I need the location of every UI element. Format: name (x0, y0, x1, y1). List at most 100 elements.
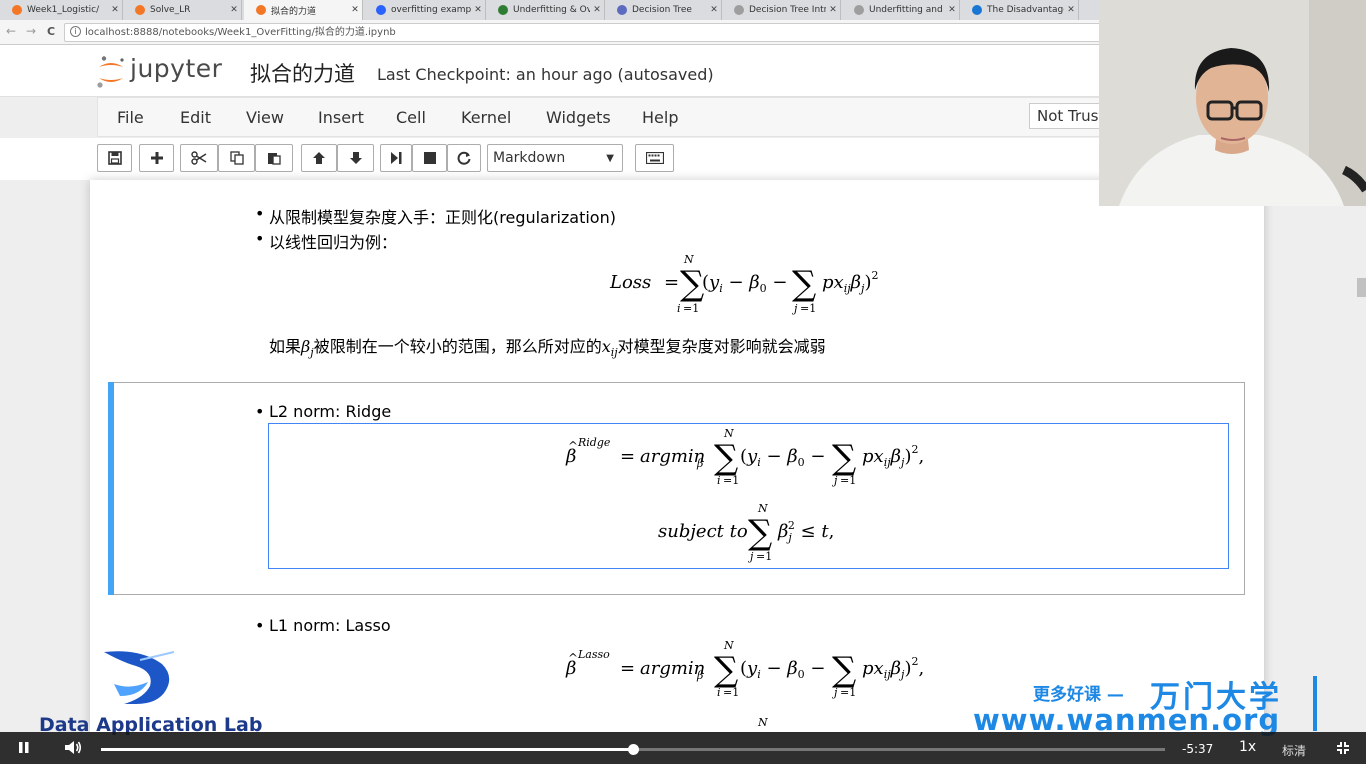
video-progress-handle[interactable] (628, 744, 639, 755)
step-forward-icon (391, 152, 402, 164)
browser-tab[interactable]: Solve_LR ✕ (123, 0, 242, 20)
browser-tab[interactable]: Underfitting & Ov ✕ (486, 0, 605, 20)
para-suffix: 对模型复杂度对影响就会减弱 (617, 337, 826, 356)
interrupt-kernel-button[interactable] (412, 144, 447, 172)
volume-icon (65, 741, 82, 754)
browser-tab[interactable]: Underfitting and C ✕ (842, 0, 960, 20)
menu-cell[interactable]: Cell (396, 108, 426, 127)
cut-button[interactable] (180, 144, 218, 172)
menu-view[interactable]: View (246, 108, 284, 127)
restart-icon (457, 151, 471, 165)
browser-tab[interactable]: overfitting exampl ✕ (364, 0, 486, 20)
menu-help[interactable]: Help (642, 108, 678, 127)
arrow-down-icon (349, 152, 362, 164)
copy-button[interactable] (218, 144, 255, 172)
data-application-lab-logo-icon (104, 651, 175, 704)
bullet-ridge: L2 norm: Ridge (255, 402, 391, 421)
paste-icon (268, 153, 281, 165)
svg-text:=1: =1 (723, 474, 739, 487)
reload-icon[interactable]: C (44, 25, 58, 38)
cell-type-select[interactable]: Markdown ▼ (487, 144, 623, 172)
command-palette-button[interactable] (635, 144, 674, 172)
browser-tab[interactable]: Decision Tree ✕ (605, 0, 722, 20)
svg-text:=1: =1 (756, 550, 772, 563)
bullet-linear-regression: 以线性回归为例： (255, 229, 397, 253)
page-scrollbar-thumb[interactable] (1357, 278, 1366, 297)
svg-text:N: N (757, 502, 768, 515)
tab-favicon-icon (734, 5, 744, 15)
volume-button[interactable] (62, 739, 84, 759)
insert-cell-button[interactable] (139, 144, 174, 172)
jupyter-logo-icon[interactable] (96, 55, 126, 89)
tab-title: overfitting exampl (391, 5, 471, 15)
save-button[interactable] (97, 144, 132, 172)
ridge-argmin: argmin (640, 446, 705, 467)
move-up-button[interactable] (301, 144, 337, 172)
close-icon[interactable]: ✕ (348, 5, 362, 15)
tab-title: Solve_LR (150, 5, 191, 15)
close-icon[interactable]: ✕ (108, 5, 122, 15)
info-icon[interactable]: i (70, 26, 81, 37)
video-time-remaining: -5:37 (1182, 742, 1214, 756)
close-icon[interactable]: ✕ (826, 5, 840, 15)
run-cell-button[interactable] (380, 144, 412, 172)
svg-text:∑: ∑ (680, 264, 704, 304)
svg-text:^: ^ (568, 439, 578, 453)
tab-title: The Disadvantage (987, 5, 1064, 15)
video-quality-button[interactable]: 标清 (1282, 742, 1306, 759)
presenter-video (1099, 0, 1366, 206)
copy-icon (229, 151, 244, 165)
browser-tab[interactable]: Week1_Logistic/ ✕ (0, 0, 123, 20)
menu-insert[interactable]: Insert (318, 108, 364, 127)
menu-kernel[interactable]: Kernel (461, 108, 511, 127)
para-middle: 被限制在一个较小的范围，那么所对应的 (313, 337, 602, 356)
restart-kernel-button[interactable] (447, 144, 481, 172)
lasso-formula: β ^ Lasso = argmin β ∑ N i =1 (yi − β0 − … (565, 639, 924, 729)
tab-title: Decision Tree Intr (749, 5, 826, 15)
svg-text:i: i (677, 302, 681, 315)
ridge-formula: β ^ Ridge = argmin β ∑ N i =1 (yi − β0 − … (565, 427, 924, 563)
svg-text:(yi − β0 −: (yi − β0 − (740, 446, 825, 469)
playback-speed-button[interactable]: 1x (1239, 739, 1256, 755)
tab-title: Week1_Logistic/ (27, 5, 100, 15)
jupyter-logo-text[interactable]: jupyter (130, 54, 222, 83)
exit-fullscreen-button[interactable] (1333, 739, 1353, 759)
move-down-button[interactable] (337, 144, 374, 172)
browser-tab[interactable]: The Disadvantage ✕ (960, 0, 1079, 20)
paste-button[interactable] (255, 144, 293, 172)
close-icon[interactable]: ✕ (471, 5, 485, 15)
tab-title: Underfitting & Ov (513, 5, 590, 15)
svg-text:βj2 ≤ t,: βj2 ≤ t, (777, 519, 834, 544)
close-icon[interactable]: ✕ (707, 5, 721, 15)
plus-icon (150, 152, 163, 164)
trust-button[interactable]: Not Trusted (1029, 103, 1109, 129)
tab-title: Decision Tree (632, 5, 692, 15)
save-icon (107, 151, 122, 165)
bullet-regularization: 从限制模型复杂度入手：正则化(regularization) (255, 204, 616, 228)
notebook-name[interactable]: 拟合的力道 (250, 58, 355, 88)
svg-text:pxijβj)2,: pxijβj)2, (862, 655, 924, 681)
close-icon[interactable]: ✕ (945, 5, 959, 15)
svg-text:β: β (696, 669, 703, 682)
close-icon[interactable]: ✕ (1064, 5, 1078, 15)
svg-text:∑: ∑ (792, 264, 816, 304)
close-icon[interactable]: ✕ (227, 5, 241, 15)
svg-text:=1: =1 (800, 302, 816, 315)
forward-icon[interactable]: → (24, 24, 38, 38)
menu-file[interactable]: File (117, 108, 144, 127)
menu-edit[interactable]: Edit (180, 108, 211, 127)
cut-icon (191, 151, 207, 165)
browser-tab[interactable]: Decision Tree Intr ✕ (722, 0, 841, 20)
url-input[interactable]: i localhost:8888/notebooks/Week1_OverFit… (64, 23, 1104, 42)
tab-favicon-icon (135, 5, 145, 15)
close-icon[interactable]: ✕ (590, 5, 604, 15)
svg-text:∑: ∑ (748, 513, 772, 553)
menu-widgets[interactable]: Widgets (546, 108, 611, 127)
back-icon[interactable]: ← (4, 24, 18, 38)
svg-text:=: = (664, 272, 679, 293)
tab-favicon-icon (617, 5, 627, 15)
video-progress-fill (101, 748, 633, 751)
browser-tab[interactable]: 拟合的力道 ✕ (244, 0, 363, 20)
pause-button[interactable] (14, 739, 34, 758)
svg-text:i: i (717, 686, 721, 699)
